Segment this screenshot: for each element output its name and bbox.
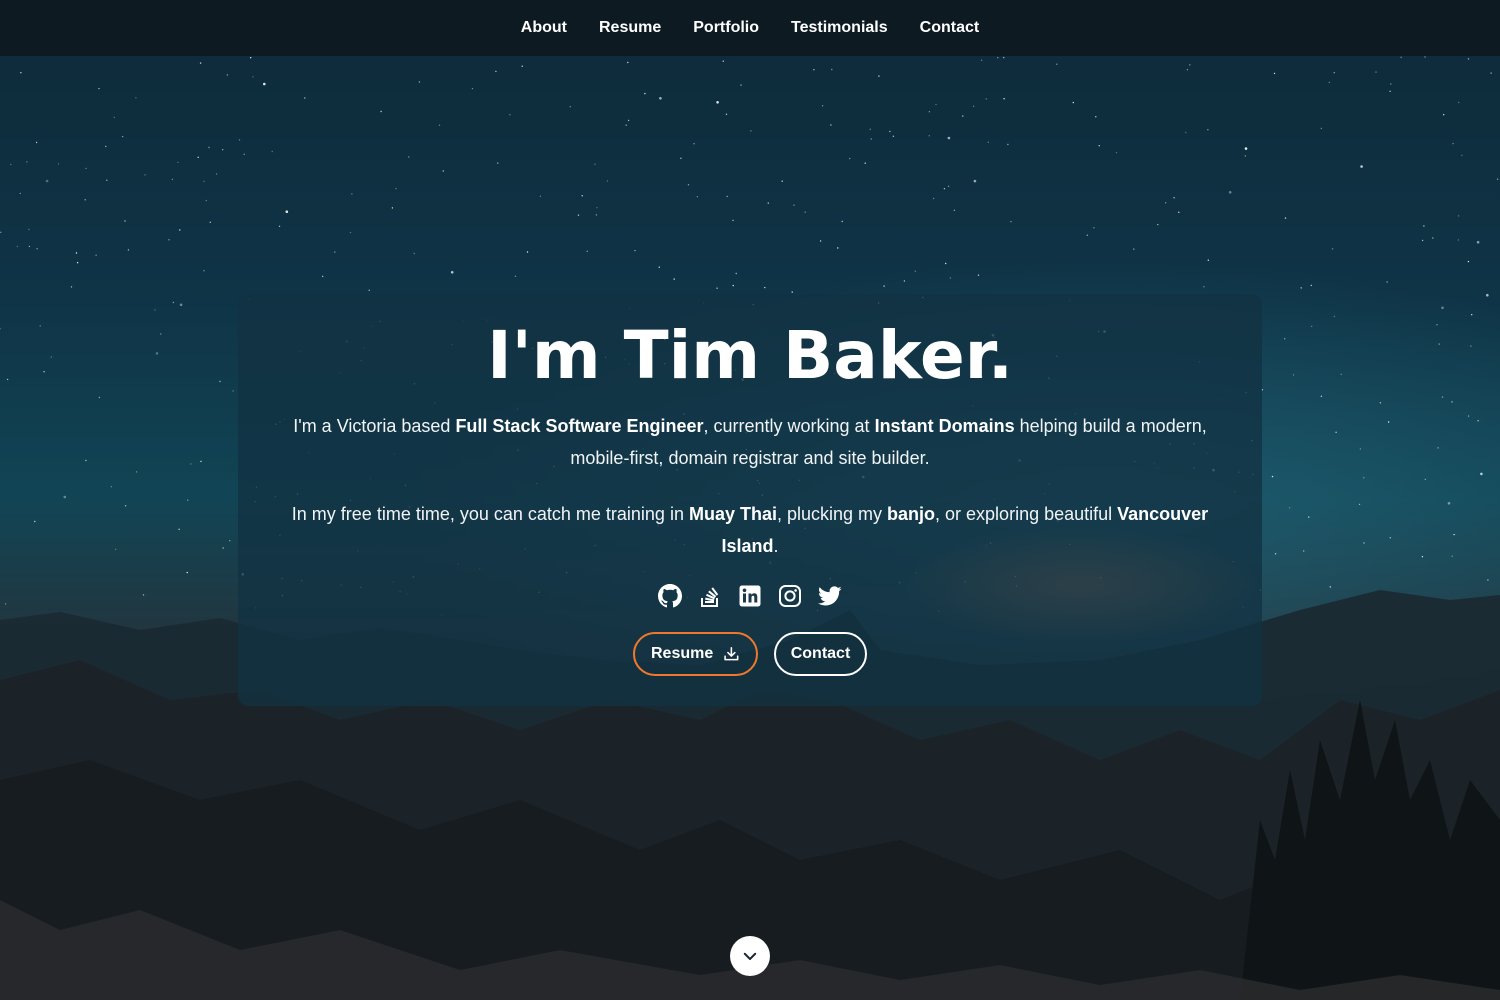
hobby-muay-thai: Muay Thai	[688, 504, 777, 524]
top-nav: About Resume Portfolio Testimonials Cont…	[0, 0, 1500, 56]
intro-paragraph: I'm a Victoria based Full Stack Software…	[262, 410, 1238, 474]
intro-role: Full Stack Software Engineer	[455, 416, 704, 436]
hobbies-text: .	[773, 536, 779, 556]
instagram-icon[interactable]	[778, 584, 802, 608]
contact-button-label: Contact	[790, 645, 851, 662]
resume-button[interactable]: Resume	[633, 632, 758, 676]
intro-card: I'm Tim Baker. I'm a Victoria based Full…	[238, 294, 1262, 706]
hobbies-text: , or exploring beautiful	[935, 504, 1118, 524]
resume-button-label: Resume	[651, 645, 714, 662]
github-icon[interactable]	[658, 584, 682, 608]
nav-item-testimonials[interactable]: Testimonials	[791, 19, 888, 37]
hero-section: About Resume Portfolio Testimonials Cont…	[0, 0, 1500, 1000]
page-title: I'm Tim Baker.	[487, 317, 1013, 394]
download-icon	[724, 646, 739, 661]
social-links	[262, 584, 1238, 610]
hobby-banjo: banjo	[887, 504, 936, 524]
intro-text: I'm a Victoria based	[293, 416, 456, 436]
nav-item-contact[interactable]: Contact	[920, 19, 980, 37]
twitter-icon[interactable]	[818, 584, 842, 608]
stackoverflow-icon[interactable]	[698, 584, 722, 608]
hobbies-text: , plucking my	[776, 504, 888, 524]
linkedin-icon[interactable]	[738, 584, 762, 608]
contact-button[interactable]: Contact	[774, 632, 867, 676]
hobbies-text: In my free time time, you can catch me t…	[291, 504, 689, 524]
hobbies-paragraph: In my free time time, you can catch me t…	[262, 498, 1238, 562]
cta-buttons: Resume Contact	[262, 632, 1238, 676]
chevron-down-icon	[743, 952, 757, 960]
scroll-down-button[interactable]	[730, 936, 770, 976]
intro-employer: Instant Domains	[874, 416, 1015, 436]
nav-item-about[interactable]: About	[521, 19, 567, 37]
intro-text: , currently working at	[703, 416, 875, 436]
nav-item-portfolio[interactable]: Portfolio	[693, 19, 759, 37]
nav-item-resume[interactable]: Resume	[599, 19, 661, 37]
